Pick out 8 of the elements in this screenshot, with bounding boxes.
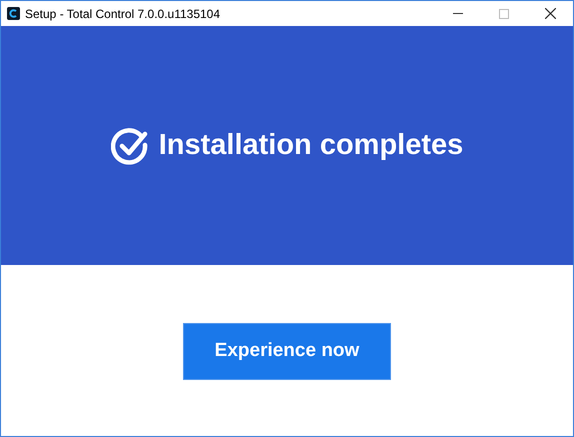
experience-now-button[interactable]: Experience now bbox=[183, 323, 391, 380]
minimize-icon[interactable] bbox=[453, 13, 463, 14]
banner-heading: Installation completes bbox=[158, 128, 464, 163]
check-circle-icon bbox=[110, 128, 149, 166]
close-icon[interactable] bbox=[544, 8, 556, 19]
app-logo-icon bbox=[7, 7, 20, 20]
window-title: Setup - Total Control 7.0.0.u1135104 bbox=[25, 6, 220, 22]
maximize-icon[interactable] bbox=[499, 8, 509, 18]
